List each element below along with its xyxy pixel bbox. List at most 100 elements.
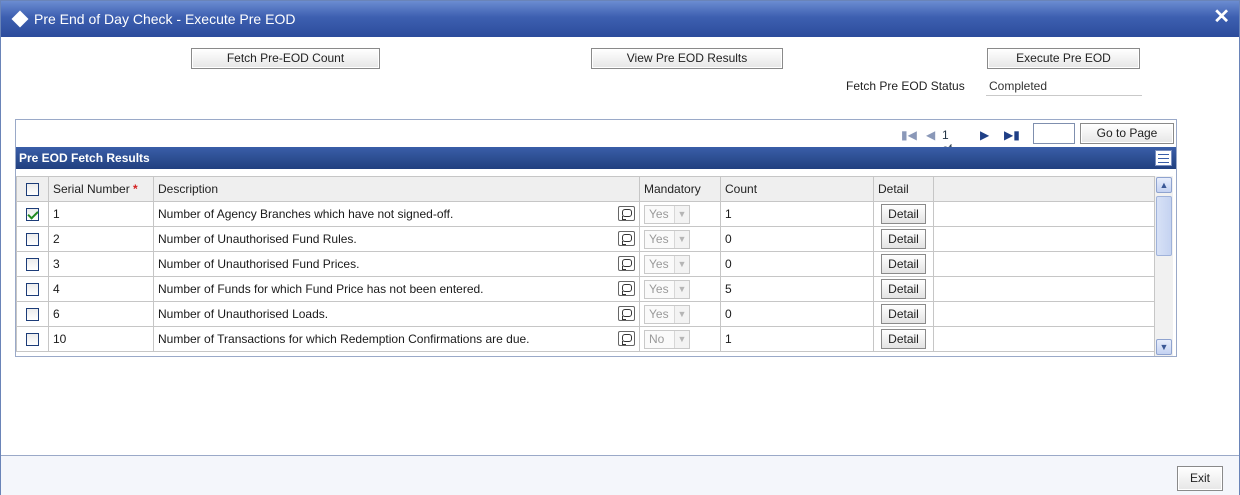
last-page-icon[interactable]: ▶▮ bbox=[1004, 129, 1020, 141]
results-table: Serial Number * Description Mandatory Co… bbox=[16, 176, 1155, 352]
grid-options-icon[interactable] bbox=[1155, 150, 1172, 166]
comment-icon[interactable] bbox=[618, 231, 635, 246]
filler-cell bbox=[933, 201, 1155, 227]
description-cell: Number of Agency Branches which have not… bbox=[153, 201, 640, 227]
detail-button[interactable]: Detail bbox=[881, 304, 926, 324]
count-cell: 0 bbox=[720, 251, 874, 277]
serial-number-cell: 3 bbox=[48, 251, 154, 277]
mandatory-value: No bbox=[649, 331, 665, 346]
row-checkbox[interactable] bbox=[26, 333, 39, 347]
page-number-input[interactable] bbox=[1033, 123, 1075, 144]
row-checkbox[interactable] bbox=[26, 233, 39, 247]
description-cell: Number of Funds for which Fund Price has… bbox=[153, 276, 640, 302]
exit-button[interactable]: Exit bbox=[1177, 466, 1223, 491]
description-cell: Number of Unauthorised Fund Rules. bbox=[153, 226, 640, 252]
description-text: Number of Unauthorised Fund Prices. bbox=[158, 257, 360, 271]
comment-icon[interactable] bbox=[618, 281, 635, 296]
detail-cell: Detail bbox=[873, 226, 934, 252]
execute-pre-eod-button[interactable]: Execute Pre EOD bbox=[987, 48, 1140, 69]
title-bar: Pre End of Day Check - Execute Pre EOD ✕ bbox=[1, 1, 1239, 37]
detail-button[interactable]: Detail bbox=[881, 229, 926, 249]
scroll-thumb[interactable] bbox=[1156, 196, 1172, 256]
mandatory-cell: Yes ▼ bbox=[639, 251, 721, 277]
detail-button[interactable]: Detail bbox=[881, 254, 926, 274]
mandatory-cell: No ▼ bbox=[639, 326, 721, 352]
mandatory-select[interactable]: Yes ▼ bbox=[644, 229, 690, 249]
first-page-icon[interactable]: ▮◀ bbox=[901, 129, 917, 141]
description-text: Number of Unauthorised Fund Rules. bbox=[158, 232, 357, 246]
description-text: Number of Unauthorised Loads. bbox=[158, 307, 329, 321]
row-checkbox[interactable] bbox=[26, 258, 39, 272]
count-cell: 0 bbox=[720, 301, 874, 327]
serial-number-cell: 1 bbox=[48, 201, 154, 227]
detail-button[interactable]: Detail bbox=[881, 279, 926, 299]
table-row[interactable]: 2 Number of Unauthorised Fund Rules. Yes ▼ 0… bbox=[16, 226, 1155, 252]
chevron-down-icon: ▼ bbox=[674, 205, 689, 223]
comment-icon[interactable] bbox=[618, 306, 635, 321]
vertical-scrollbar[interactable]: ▲ ▼ bbox=[1154, 176, 1173, 356]
serial-number-cell: 10 bbox=[48, 326, 154, 352]
mandatory-select[interactable]: Yes ▼ bbox=[644, 204, 690, 224]
next-page-icon[interactable]: ▶ bbox=[980, 129, 989, 141]
serial-number-cell: 2 bbox=[48, 226, 154, 252]
description-cell: Number of Transactions for which Redempt… bbox=[153, 326, 640, 352]
mandatory-select[interactable]: Yes ▼ bbox=[644, 279, 690, 299]
description-cell: Number of Unauthorised Fund Prices. bbox=[153, 251, 640, 277]
comment-icon[interactable] bbox=[618, 256, 635, 271]
filler-cell bbox=[933, 226, 1155, 252]
chevron-down-icon: ▼ bbox=[674, 305, 689, 323]
detail-header: Detail bbox=[873, 176, 934, 202]
mandatory-select[interactable]: Yes ▼ bbox=[644, 254, 690, 274]
row-checkbox[interactable] bbox=[26, 208, 39, 222]
previous-page-icon[interactable]: ◀ bbox=[926, 129, 935, 141]
comment-icon[interactable] bbox=[618, 331, 635, 346]
scroll-up-icon[interactable]: ▲ bbox=[1156, 177, 1172, 193]
footer-bar: Exit bbox=[1, 455, 1239, 495]
row-select-cell bbox=[16, 276, 49, 302]
row-checkbox[interactable] bbox=[26, 283, 39, 297]
mandatory-header: Mandatory bbox=[639, 176, 721, 202]
comment-icon[interactable] bbox=[618, 206, 635, 221]
view-pre-eod-results-button[interactable]: View Pre EOD Results bbox=[591, 48, 783, 69]
table-row[interactable]: 6 Number of Unauthorised Loads. Yes ▼ 0 Detai… bbox=[16, 301, 1155, 327]
serial-number-header: Serial Number * bbox=[48, 176, 154, 202]
pre-eod-window: Pre End of Day Check - Execute Pre EOD ✕… bbox=[0, 0, 1240, 495]
description-text: Number of Agency Branches which have not… bbox=[158, 207, 454, 221]
table-row[interactable]: 10 Number of Transactions for which Redem… bbox=[16, 326, 1155, 352]
description-cell: Number of Unauthorised Loads. bbox=[153, 301, 640, 327]
go-to-page-button[interactable]: Go to Page bbox=[1080, 123, 1174, 144]
mandatory-cell: Yes ▼ bbox=[639, 226, 721, 252]
mandatory-value: Yes bbox=[649, 206, 669, 221]
mandatory-value: Yes bbox=[649, 256, 669, 271]
grid-title-bar: Pre EOD Fetch Results bbox=[16, 147, 1176, 169]
chevron-down-icon: ▼ bbox=[674, 255, 689, 273]
table-row[interactable]: 4 Number of Funds for which Fund Price ha… bbox=[16, 276, 1155, 302]
row-select-cell bbox=[16, 251, 49, 277]
description-text: Number of Funds for which Fund Price has… bbox=[158, 282, 484, 296]
grid-title: Pre EOD Fetch Results bbox=[19, 151, 150, 165]
row-select-cell bbox=[16, 201, 49, 227]
table-header-row: Serial Number * Description Mandatory Co… bbox=[16, 176, 1155, 202]
table-row[interactable]: 1 Number of Agency Branches which have no… bbox=[16, 201, 1155, 227]
detail-cell: Detail bbox=[873, 301, 934, 327]
fetch-pre-eod-count-button[interactable]: Fetch Pre-EOD Count bbox=[191, 48, 380, 69]
row-select-cell bbox=[16, 226, 49, 252]
mandatory-select[interactable]: No ▼ bbox=[644, 329, 690, 349]
detail-button[interactable]: Detail bbox=[881, 329, 926, 349]
count-cell: 1 bbox=[720, 201, 874, 227]
detail-button[interactable]: Detail bbox=[881, 204, 926, 224]
chevron-down-icon: ▼ bbox=[674, 230, 689, 248]
select-all-checkbox[interactable] bbox=[26, 183, 39, 197]
close-icon[interactable]: ✕ bbox=[1213, 7, 1230, 27]
scroll-down-icon[interactable]: ▼ bbox=[1156, 339, 1172, 355]
row-checkbox[interactable] bbox=[26, 308, 39, 322]
mandatory-value: Yes bbox=[649, 281, 669, 296]
description-header: Description bbox=[153, 176, 640, 202]
mandatory-cell: Yes ▼ bbox=[639, 201, 721, 227]
window-diamond-icon bbox=[11, 10, 29, 28]
count-cell: 0 bbox=[720, 226, 874, 252]
detail-cell: Detail bbox=[873, 276, 934, 302]
mandatory-select[interactable]: Yes ▼ bbox=[644, 304, 690, 324]
filler-cell bbox=[933, 301, 1155, 327]
table-row[interactable]: 3 Number of Unauthorised Fund Prices. Yes ▼… bbox=[16, 251, 1155, 277]
